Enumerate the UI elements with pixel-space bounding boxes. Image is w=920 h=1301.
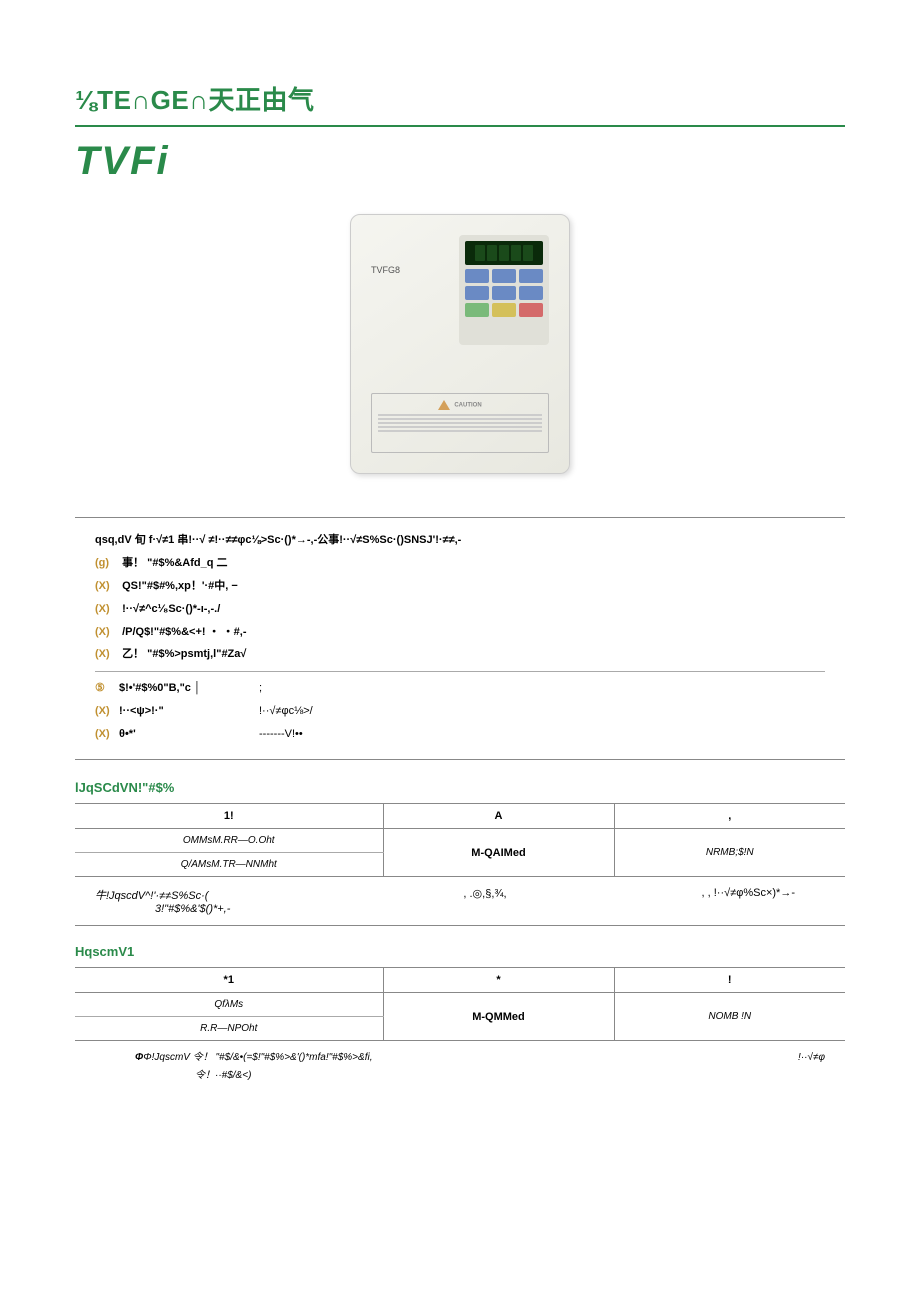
table-header: *1 <box>75 968 383 993</box>
table-header: * <box>383 968 614 993</box>
feature-item: ⑤$!•'#$%0"B,"c │; <box>95 678 825 699</box>
table1-note: 牛!JqscdV^!'·≠≠S%Sc·(3!"#$%&'$()*+,- , .◎… <box>75 877 845 925</box>
device-display <box>465 241 543 265</box>
table-cell: NRMB;$!N <box>614 829 845 877</box>
product-title: TVFi <box>75 139 845 184</box>
table-cell: NOMB !N <box>614 993 845 1041</box>
table-cell: R.R—NPOht <box>75 1017 383 1041</box>
device-model-label: TVFG8 <box>371 265 400 275</box>
feature-item: (X)θ•*'-------V!•• <box>95 724 825 745</box>
feature-item: (g) 事！ "#$%&Afd_q 二 <box>95 553 825 574</box>
product-image: TVFG8 CAUTION <box>75 214 845 477</box>
feature-item: (X) QS!"#$#%,xp！'·#中, − <box>95 576 825 597</box>
device-illustration: TVFG8 CAUTION <box>350 214 570 474</box>
feature-item: (X) /P/Q$!"#$%&<+! ・ ・#,- <box>95 622 825 643</box>
device-caution-label: CAUTION <box>371 393 549 453</box>
device-keypad-panel <box>459 235 549 345</box>
table2-note: ΦΦ!JqscmV 令！ "#$/&•(=$!"#$%>&'()*mfa!"#$… <box>75 1041 845 1089</box>
brand-logo: ⅛TE∩GE∩天正由气 <box>75 80 845 117</box>
table-header: ! <box>614 968 845 993</box>
table-row: *1 * ! <box>75 968 845 993</box>
table-row: OMMsM.RR—O.Oht M-QAIMed NRMB;$!N <box>75 829 845 853</box>
spec-table-1: 1! A , OMMsM.RR—O.Oht M-QAIMed NRMB;$!N … <box>75 803 845 877</box>
spec-table-2: *1 * ! QfλMs M-QMMed NOMB !N R.R—NPOht <box>75 967 845 1041</box>
table-row: QfλMs M-QMMed NOMB !N <box>75 993 845 1017</box>
table-header: A <box>383 804 614 829</box>
table-cell: M-QAIMed <box>383 829 614 877</box>
table-header: 1! <box>75 804 383 829</box>
device-keypad <box>465 269 543 317</box>
table-cell: M-QMMed <box>383 993 614 1041</box>
feature-item: (X) !··√≠^c¹⁄₈Sc·()*-ı-,-./ <box>95 599 825 620</box>
table-row: 1! A , <box>75 804 845 829</box>
table-cell: Q/AMsM.TR—NNMht <box>75 853 383 877</box>
feature-item: (X) 乙！ "#$%>psmtj,l"#Za√ <box>95 644 825 665</box>
feature-main: qsq,dV 旬 f·√≠1 串!··√ ≠!··≠≠φc⅛>Sc·()*→-,… <box>95 530 825 551</box>
table-cell: OMMsM.RR—O.Oht <box>75 829 383 853</box>
features-block: qsq,dV 旬 f·√≠1 串!··√ ≠!··≠≠φc⅛>Sc·()*→-,… <box>75 517 845 760</box>
feature-separator <box>95 671 825 672</box>
table-cell: QfλMs <box>75 993 383 1017</box>
header-divider <box>75 125 845 127</box>
table2-title: HqscmV1 <box>75 944 845 959</box>
table1-title: lJqSCdVN!"#$% <box>75 780 845 795</box>
table-header: , <box>614 804 845 829</box>
feature-item: (X)!··<ψ>!·"!··√≠φc⅛>/ <box>95 701 825 722</box>
